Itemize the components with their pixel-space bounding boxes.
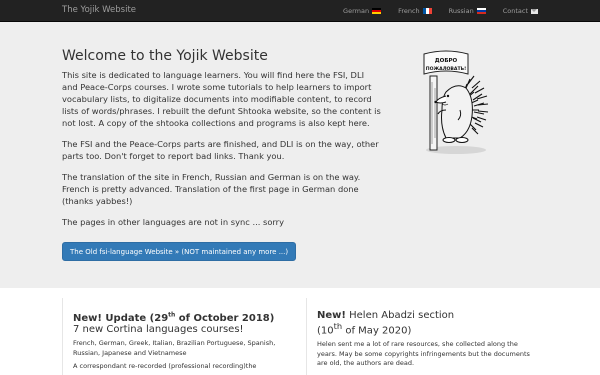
abadzi-news-title: New! Helen Abadzi section: [317, 310, 538, 321]
nav-links: German French Russian Contact: [326, 0, 538, 22]
site-brand-link[interactable]: The Yojik Website: [62, 5, 136, 15]
intro-paragraph-4: The pages in other languages are not in …: [62, 217, 284, 227]
top-navbar: The Yojik Website German French Russian …: [0, 0, 600, 22]
envelope-icon: [531, 8, 538, 14]
cortina-news-body: French, German, Greek, Italian, Brazilia…: [73, 339, 276, 357]
nav-link-russian[interactable]: Russian: [449, 7, 486, 15]
sign-text: ДОБРО: [435, 58, 458, 64]
nav-link-german[interactable]: German: [343, 7, 382, 15]
nav-link-contact[interactable]: Contact: [503, 7, 538, 15]
cortina-title-suffix: of October 2018): [175, 313, 275, 325]
abadzi-date-suffix: of May 2020): [342, 325, 412, 337]
hedgehog-welcome-illustration: ДОБРО ПОЖАЛОВАТЬ!: [423, 50, 489, 154]
cortina-news-body-2: A correspondant re-recorded (professiona…: [73, 362, 257, 371]
news-section: New! Update (29th of October 2018) 7 new…: [62, 298, 538, 375]
cortina-news-title: New! Update (29th of October 2018): [73, 310, 302, 324]
intro-paragraph-3: The translation of the site in French, R…: [62, 172, 361, 206]
page-title: Welcome to the Yojik Website: [62, 48, 268, 64]
nav-link-contact-label: Contact: [502, 7, 528, 15]
abadzi-news-card: New! Helen Abadzi section (10th of May 2…: [306, 298, 538, 375]
cortina-news-subtitle: 7 new Cortina languages courses!: [73, 324, 244, 336]
welcome-jumbotron: Welcome to the Yojik Website This site i…: [0, 22, 600, 288]
abadzi-news-body: Helen sent me a lot of rare resources, s…: [317, 340, 530, 368]
nav-link-russian-label: Russian: [448, 7, 474, 15]
flag-russia-icon: [476, 8, 486, 14]
abadzi-title-new: New!: [317, 310, 346, 321]
abadzi-date-prefix: (10: [317, 325, 334, 337]
old-website-button[interactable]: The Old fsi-language Website » (NOT main…: [62, 242, 297, 261]
intro-paragraph-1: This site is dedicated to language learn…: [62, 70, 381, 128]
cortina-title-prefix: New! Update (29: [73, 313, 169, 325]
nav-link-french[interactable]: French: [398, 7, 432, 15]
cortina-news-card: New! Update (29th of October 2018) 7 new…: [62, 298, 302, 375]
abadzi-title-rest: Helen Abadzi section: [345, 310, 455, 321]
abadzi-date-sup: th: [333, 321, 343, 331]
flag-germany-icon: [372, 8, 382, 14]
svg-text:ПОЖАЛОВАТЬ!: ПОЖАЛОВАТЬ!: [426, 66, 466, 72]
nav-link-french-label: French: [398, 7, 420, 15]
abadzi-news-date: (10th of May 2020): [317, 321, 538, 336]
intro-paragraph-2: The FSI and the Peace-Corps parts are fi…: [62, 139, 379, 161]
nav-link-german-label: German: [343, 7, 370, 15]
flag-france-icon: [422, 8, 432, 14]
intro-text: This site is dedicated to language learn…: [62, 69, 382, 237]
